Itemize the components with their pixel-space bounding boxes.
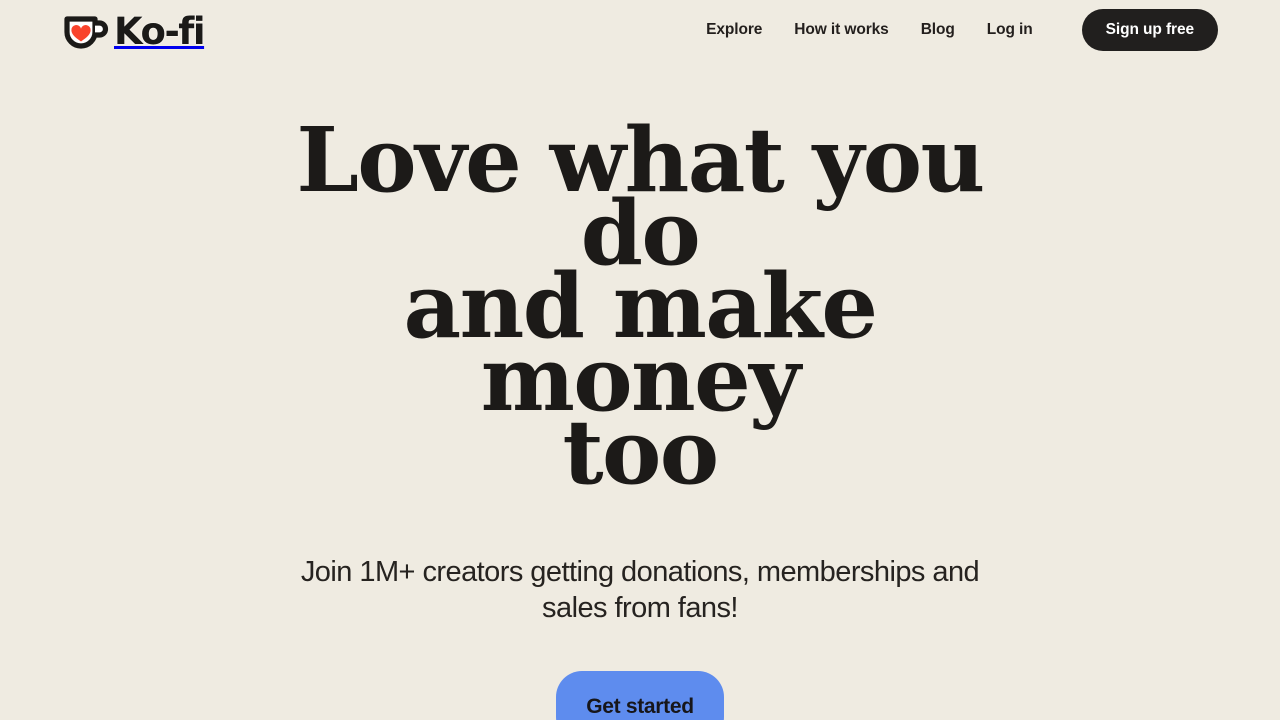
get-started-button[interactable]: Get started [556, 671, 724, 720]
kofi-wordmark: Ko-fi [113, 9, 206, 53]
hero-headline: Love what you do and make money too [290, 115, 990, 496]
hero-headline-line-3: too [562, 399, 719, 504]
nav-link-how-it-works[interactable]: How it works [778, 13, 904, 47]
nav-link-explore[interactable]: Explore [690, 13, 778, 47]
nav-link-log-in[interactable]: Log in [971, 13, 1049, 47]
site-header: Ko-fi Explore How it works Blog Log in S… [0, 0, 1280, 60]
cta-container: Get started [0, 671, 1280, 720]
nav-link-blog[interactable]: Blog [905, 13, 971, 47]
kofi-cup-heart-icon [62, 13, 112, 49]
hero-section: Love what you do and make money too Join… [0, 60, 1280, 720]
hero-subheadline: Join 1M+ creators getting donations, mem… [300, 556, 980, 624]
sign-up-free-button[interactable]: Sign up free [1081, 9, 1218, 51]
main-navigation: Explore How it works Blog Log in Sign up… [690, 9, 1218, 51]
kofi-logo[interactable]: Ko-fi [62, 9, 206, 53]
